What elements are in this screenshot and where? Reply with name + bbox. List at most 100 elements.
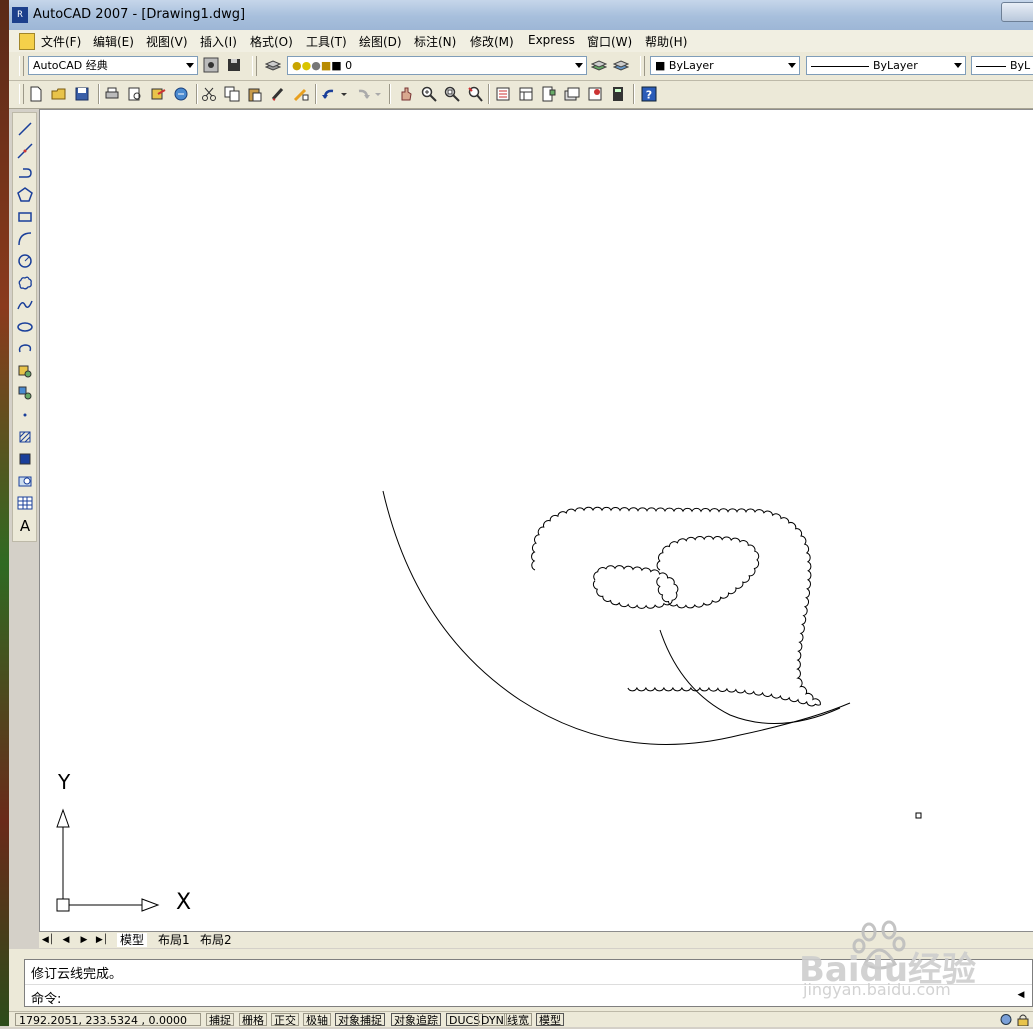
make-current-layer-icon[interactable] xyxy=(589,55,609,75)
qnew-icon[interactable] xyxy=(26,84,46,104)
copy-icon[interactable] xyxy=(222,84,242,104)
lineweight-toggle[interactable]: 线宽 xyxy=(504,1013,532,1026)
status-bar: 1792.2051, 233.5324 , 0.0000 捕捉 栅格 正交 极轴… xyxy=(9,1011,1033,1027)
tool-palettes-icon[interactable] xyxy=(539,84,559,104)
toolbar-grip[interactable] xyxy=(19,56,24,76)
color-dropdown[interactable]: ■ ByLayer xyxy=(650,56,800,75)
grid-toggle[interactable]: 栅格 xyxy=(239,1013,267,1026)
ucs-y-label: Y xyxy=(58,770,71,794)
zoom-window-icon[interactable] xyxy=(442,84,462,104)
redo-dropdown-icon[interactable] xyxy=(373,84,383,104)
open-icon[interactable] xyxy=(49,84,69,104)
spline-icon[interactable] xyxy=(15,295,35,315)
document-icon[interactable] xyxy=(19,33,35,50)
workspace-dropdown[interactable]: AutoCAD 经典 xyxy=(28,56,198,75)
window-control-button[interactable] xyxy=(1001,2,1033,22)
menu-window[interactable]: 窗口(W) xyxy=(587,33,632,50)
region-icon[interactable] xyxy=(15,471,35,491)
osnap-toggle[interactable]: 对象捕捉 xyxy=(335,1013,385,1026)
polygon-icon[interactable] xyxy=(15,185,35,205)
etransmit-icon[interactable] xyxy=(171,84,191,104)
cut-icon[interactable] xyxy=(199,84,219,104)
coordinate-readout[interactable]: 1792.2051, 233.5324 , 0.0000 xyxy=(15,1013,201,1026)
standard-toolbar: ? xyxy=(9,81,1033,109)
revision-cloud-icon[interactable] xyxy=(15,273,35,293)
paste-icon[interactable] xyxy=(245,84,265,104)
tab-model[interactable]: 模型 xyxy=(117,933,148,947)
quickcalc-icon[interactable] xyxy=(608,84,628,104)
command-prompt[interactable]: 命令: xyxy=(31,988,61,1007)
model-toggle[interactable]: 模型 xyxy=(536,1013,564,1026)
block-editor-icon[interactable] xyxy=(291,84,311,104)
properties-icon[interactable] xyxy=(493,84,513,104)
menu-help[interactable]: 帮助(H) xyxy=(645,33,687,50)
arc-icon[interactable] xyxy=(15,229,35,249)
tab-layout1[interactable]: 布局1 xyxy=(155,933,193,947)
redo-icon[interactable] xyxy=(353,84,373,104)
lineweight-dropdown[interactable]: ByL xyxy=(971,56,1033,75)
communication-center-icon[interactable] xyxy=(999,1013,1013,1026)
menu-dimension[interactable]: 标注(N) xyxy=(414,33,456,50)
ellipse-arc-icon[interactable] xyxy=(15,339,35,359)
save-icon[interactable] xyxy=(72,84,92,104)
autocad-app-icon[interactable]: R xyxy=(12,7,28,23)
publish-icon[interactable] xyxy=(148,84,168,104)
menu-modify[interactable]: 修改(M) xyxy=(470,33,514,50)
plot-preview-icon[interactable] xyxy=(125,84,145,104)
undo-dropdown-icon[interactable] xyxy=(339,84,349,104)
otrack-toggle[interactable]: 对象追踪 xyxy=(391,1013,441,1026)
multiline-text-icon[interactable]: A xyxy=(15,515,35,535)
sheet-set-manager-icon[interactable] xyxy=(562,84,582,104)
toolbar-grip[interactable] xyxy=(252,56,257,76)
menu-format[interactable]: 格式(O) xyxy=(250,33,293,50)
layer-previous-icon[interactable] xyxy=(611,55,631,75)
rectangle-icon[interactable] xyxy=(15,207,35,227)
menu-view[interactable]: 视图(V) xyxy=(146,33,188,50)
workspace-save-icon[interactable] xyxy=(224,55,244,75)
snap-toggle[interactable]: 捕捉 xyxy=(206,1013,234,1026)
zoom-realtime-icon[interactable] xyxy=(419,84,439,104)
undo-icon[interactable] xyxy=(319,84,339,104)
match-properties-icon[interactable] xyxy=(268,84,288,104)
layer-properties-icon[interactable] xyxy=(263,55,283,75)
gradient-icon[interactable] xyxy=(15,449,35,469)
point-icon[interactable] xyxy=(15,405,35,425)
markup-set-manager-icon[interactable] xyxy=(585,84,605,104)
menu-express[interactable]: Express xyxy=(528,33,575,47)
plot-icon[interactable] xyxy=(102,84,122,104)
linetype-dropdown[interactable]: ByLayer xyxy=(806,56,966,75)
next-tab-icon[interactable]: ▶ xyxy=(77,934,91,946)
dyn-toggle[interactable]: DYN xyxy=(478,1013,507,1026)
construction-line-icon[interactable] xyxy=(15,141,35,161)
menu-file[interactable]: 文件(F) xyxy=(41,33,81,50)
polar-toggle[interactable]: 极轴 xyxy=(303,1013,331,1026)
make-block-icon[interactable] xyxy=(15,383,35,403)
menu-draw[interactable]: 绘图(D) xyxy=(359,33,402,50)
circle-icon[interactable] xyxy=(15,251,35,271)
previous-tab-icon[interactable]: ◀ xyxy=(59,934,73,946)
line-tool-icon[interactable] xyxy=(15,119,35,139)
menu-edit[interactable]: 编辑(E) xyxy=(93,33,134,50)
scroll-left-icon[interactable]: ◀ xyxy=(1014,990,1028,1004)
tab-layout2[interactable]: 布局2 xyxy=(197,933,235,947)
table-icon[interactable] xyxy=(15,493,35,513)
workspace-settings-icon[interactable] xyxy=(201,55,221,75)
layer-dropdown[interactable]: ●●●■■ 0 xyxy=(287,56,587,75)
lock-icon[interactable] xyxy=(1016,1013,1030,1027)
ellipse-icon[interactable] xyxy=(15,317,35,337)
menu-tools[interactable]: 工具(T) xyxy=(306,33,347,50)
menu-insert[interactable]: 插入(I) xyxy=(200,33,237,50)
first-tab-icon[interactable]: ◀│ xyxy=(41,934,55,946)
help-icon[interactable]: ? xyxy=(639,84,659,104)
insert-block-icon[interactable] xyxy=(15,361,35,381)
drawing-canvas[interactable]: Y X xyxy=(39,109,1033,932)
toolbar-grip[interactable] xyxy=(640,56,645,76)
hatch-icon[interactable] xyxy=(15,427,35,447)
last-tab-icon[interactable]: ▶│ xyxy=(95,934,109,946)
zoom-previous-icon[interactable] xyxy=(465,84,485,104)
polyline-icon[interactable] xyxy=(15,163,35,183)
pan-realtime-icon[interactable] xyxy=(396,84,416,104)
toolbar-grip[interactable] xyxy=(19,84,24,104)
design-center-icon[interactable] xyxy=(516,84,536,104)
ortho-toggle[interactable]: 正交 xyxy=(271,1013,299,1026)
